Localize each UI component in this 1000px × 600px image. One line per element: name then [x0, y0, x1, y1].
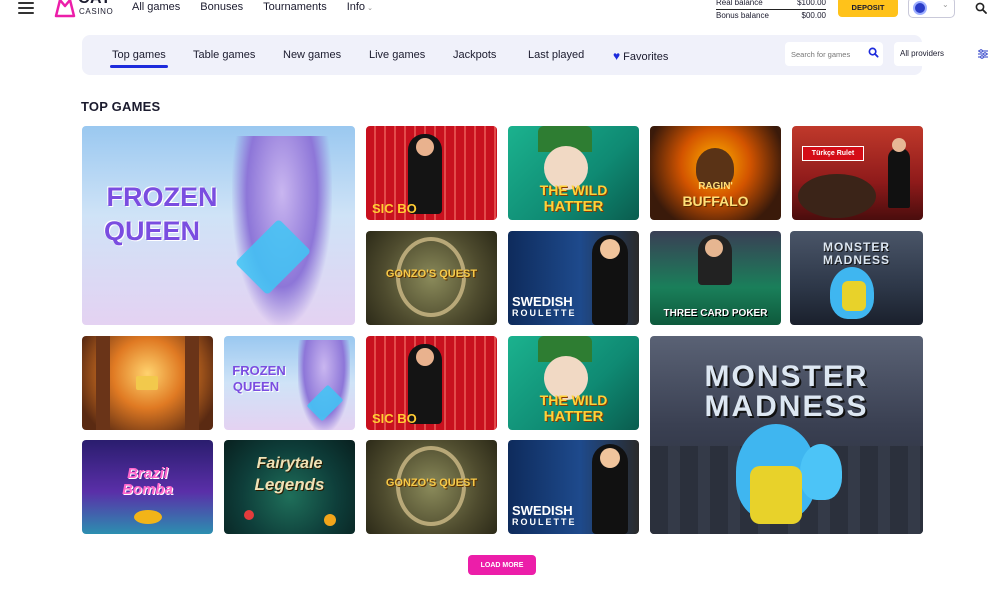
game-tile[interactable]: RAGIN' BUFFALO [650, 126, 781, 220]
filter-sliders-icon [978, 49, 988, 59]
cat-logo-icon [54, 0, 76, 18]
tab-top-games[interactable]: Top games [110, 49, 168, 68]
real-balance-value: $100.00 [797, 0, 826, 7]
chevron-down-icon: ⌄ [942, 0, 949, 9]
game-title: THE WILD [539, 182, 608, 198]
nav-info-label: Info [346, 1, 366, 13]
game-title: Fairytale [256, 455, 323, 472]
game-tile[interactable]: SWEDISH ROULETTE [508, 440, 639, 534]
logo-subtext: CASINO [79, 7, 114, 16]
avatar [913, 1, 927, 15]
main-nav: All games Bonuses Tournaments Info ⌄ [132, 1, 393, 13]
category-filter-bar: Top games Table games New games Live gam… [82, 35, 992, 75]
game-title: QUEEN [232, 379, 280, 394]
game-title: MADNESS [704, 390, 869, 423]
tab-favorites-label: Favorites [623, 51, 669, 63]
search-icon[interactable] [975, 2, 987, 14]
game-tile[interactable]: SWEDISH ROULETTE [508, 231, 639, 325]
section-title: TOP GAMES [81, 99, 161, 114]
game-tile[interactable]: Türkçe Rulet [792, 126, 923, 220]
game-title: FROZEN [106, 182, 218, 212]
game-title: Bomba [122, 481, 173, 498]
tab-live-games[interactable]: Live games [369, 49, 425, 61]
game-title: Türkçe Rulet [802, 146, 864, 161]
game-tile[interactable]: MONSTER MADNESS [790, 231, 923, 325]
game-tile[interactable]: Fairytale Legends [224, 440, 355, 534]
game-tile[interactable]: FROZEN QUEEN [224, 336, 355, 430]
search-input[interactable] [791, 47, 863, 61]
game-title: SIC BO [372, 411, 417, 426]
game-title: SIC BO [372, 201, 417, 216]
game-title: Legends [254, 475, 325, 494]
game-title: RAGIN' [698, 181, 733, 192]
tab-jackpots[interactable]: Jackpots [453, 49, 496, 61]
profile-menu[interactable]: ⌄ [908, 0, 955, 18]
game-title: FROZEN [232, 363, 286, 378]
bonus-balance-value: $00.00 [801, 11, 826, 20]
game-tile[interactable]: GONZO'S QUEST [366, 440, 497, 534]
bonus-balance-label: Bonus balance [716, 11, 769, 20]
game-title: MADNESS [822, 253, 890, 267]
game-tile[interactable] [82, 336, 213, 430]
tab-new-games[interactable]: New games [283, 49, 341, 61]
game-title: MONSTER [823, 240, 890, 254]
logo[interactable]: CAT CASINO [54, 0, 114, 20]
nav-info[interactable]: Info ⌄ [347, 1, 373, 13]
game-title: SWEDISH [512, 294, 573, 309]
nav-all-games[interactable]: All games [132, 1, 180, 13]
menu-icon[interactable] [18, 0, 34, 16]
game-tile[interactable]: SIC BO [366, 336, 497, 430]
game-title: QUEEN [103, 216, 201, 246]
nav-tournaments[interactable]: Tournaments [263, 1, 327, 13]
game-tile[interactable]: Brazil Bomba [82, 440, 213, 534]
game-title: BUFFALO [682, 193, 749, 209]
search-icon[interactable] [868, 47, 879, 58]
tab-last-played[interactable]: Last played [528, 49, 584, 61]
game-title: ROULETTE [512, 517, 577, 527]
chevron-down-icon: ⌄ [367, 5, 373, 12]
game-tile[interactable]: THREE CARD POKER [650, 231, 781, 325]
game-title: MONSTER [704, 360, 869, 393]
game-title: HATTER [543, 198, 604, 215]
game-title: ROULETTE [512, 308, 577, 318]
tab-table-games[interactable]: Table games [193, 49, 255, 61]
game-title: SWEDISH [512, 503, 573, 518]
game-search [785, 42, 883, 66]
game-title: THE WILD [539, 392, 608, 408]
load-more-button[interactable]: LOAD MORE [468, 555, 536, 575]
deposit-button[interactable]: DEPOSIT [838, 0, 898, 17]
game-title: GONZO'S QUEST [385, 477, 478, 489]
game-tile[interactable]: GONZO'S QUEST [366, 231, 497, 325]
game-title: THREE CARD POKER [663, 308, 768, 319]
game-title: Brazil [127, 465, 168, 482]
providers-select[interactable]: All providers [894, 42, 992, 66]
top-header: CAT CASINO All games Bonuses Tournaments… [0, 0, 1000, 22]
game-title: HATTER [543, 408, 604, 425]
balance-panel: Real balance $100.00 Bonus balance $00.0… [716, 0, 826, 22]
providers-label: All providers [900, 49, 945, 58]
game-title: GONZO'S QUEST [385, 268, 478, 280]
game-tile[interactable]: THE WILD HATTER [508, 336, 639, 430]
heart-icon: ♥ [613, 49, 621, 63]
game-tile[interactable]: THE WILD HATTER [508, 126, 639, 220]
game-tile[interactable]: MONSTER MADNESS [650, 336, 923, 534]
real-balance-label: Real balance [716, 0, 763, 7]
nav-bonuses[interactable]: Bonuses [200, 1, 243, 13]
game-tile[interactable]: FROZEN QUEEN [82, 126, 355, 325]
tab-favorites[interactable]: ♥ Favorites [613, 49, 668, 63]
game-tile[interactable]: SIC BO [366, 126, 497, 220]
